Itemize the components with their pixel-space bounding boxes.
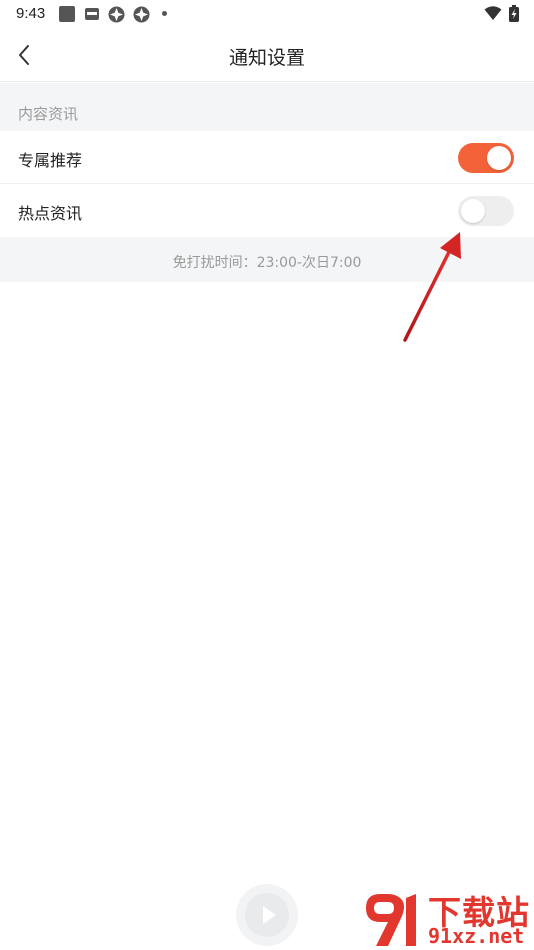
page-title: 通知设置 (228, 47, 305, 69)
exclusive-recommend-toggle[interactable] (458, 143, 514, 173)
play-button-inner (245, 893, 289, 937)
wifi-icon (484, 6, 502, 20)
setting-label: 专属推荐 (18, 151, 83, 170)
clover-icon (133, 6, 150, 23)
annotation-arrow-icon (403, 232, 461, 342)
watermark: 下载站 91xz.net (362, 884, 534, 950)
toggle-knob (461, 199, 485, 223)
setting-label: 热点资讯 (18, 204, 83, 223)
setting-row-exclusive-recommend: 专属推荐 (0, 131, 534, 184)
status-bar: 9:43 (0, 0, 534, 28)
hot-news-toggle[interactable] (458, 196, 514, 226)
section-label: 内容资讯 (18, 105, 79, 123)
app-square-icon (59, 6, 75, 22)
app-box-icon (85, 8, 99, 20)
watermark-logo-icon (366, 894, 416, 946)
status-time: 9:43 (16, 5, 46, 22)
clover-icon (108, 6, 125, 23)
nav-bar: 通知设置 (0, 28, 534, 82)
dot-icon (162, 11, 167, 16)
play-icon (263, 906, 276, 924)
section-header: 内容资讯 (0, 83, 534, 131)
floating-play-button[interactable] (236, 884, 298, 946)
watermark-url: 91xz.net (428, 924, 525, 948)
battery-charging-icon (509, 5, 519, 22)
toggle-knob (487, 146, 511, 170)
